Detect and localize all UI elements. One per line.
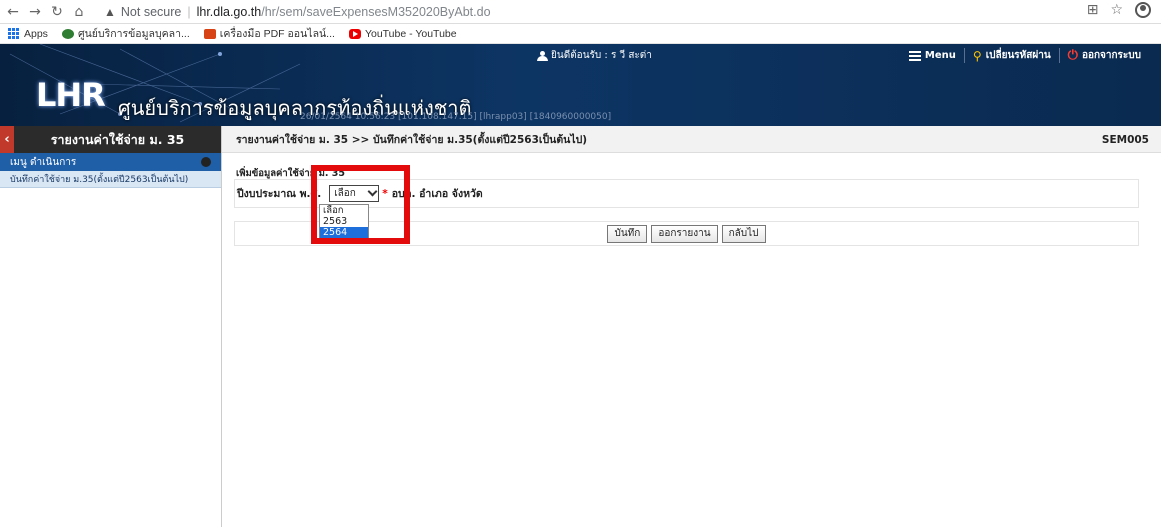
hamburger-icon [908, 50, 921, 61]
session-info: 26/01/2564 10:56:23 [101.108.147.15] [lh… [300, 112, 612, 122]
lhr-logo: LHR [36, 76, 106, 114]
url-field[interactable]: ▲ Not secure | lhr.dla.go.th /hr/sem/sav… [104, 5, 491, 19]
sidebar-group[interactable]: เมนู ดำเนินการ [0, 153, 221, 171]
change-password-label: เปลี่ยนรหัสผ่าน [985, 50, 1051, 61]
year-option-highlighted[interactable]: 2564 [320, 227, 368, 238]
sidebar-header: ‹ รายงานค่าใช้จ่าย ม. 35 [0, 126, 221, 153]
logout-button[interactable]: ⏻ ออกจากระบบ [1058, 48, 1149, 63]
home-icon[interactable]: ⌂ [68, 1, 90, 23]
site-header: LHR ศูนย์บริการข้อมูลบุคลากรท้องถิ่นแห่ง… [0, 44, 1161, 126]
back-button[interactable]: กลับไป [721, 224, 766, 243]
form-heading: เพิ่มข้อมูลค่าใช้จ่าย ม. 35 [236, 168, 346, 179]
year-select[interactable]: เลือก [329, 185, 380, 202]
bookmarks-bar: Apps ศูนย์บริการข้อมูลบุคลา... เครื่องมื… [0, 24, 1161, 44]
youtube-icon [348, 28, 361, 39]
power-icon: ⏻ [1067, 48, 1078, 63]
save-button[interactable]: บันทึก [607, 224, 648, 243]
menu-button[interactable]: Menu [901, 50, 964, 61]
expense-form: เพิ่มข้อมูลค่าใช้จ่าย ม. 35 ปีงบประมาณ พ… [234, 169, 1139, 208]
sidebar: ‹ รายงานค่าใช้จ่าย ม. 35 เมนู ดำเนินการ … [0, 126, 222, 527]
sidebar-title: รายงานค่าใช้จ่าย ม. 35 [50, 131, 185, 147]
main-content: รายงานค่าใช้จ่าย ม. 35 >> บันทึกค่าใช้จ่… [222, 126, 1161, 527]
warning-icon: ▲ [104, 4, 116, 19]
user-icon [537, 50, 548, 61]
bookmark-label: Apps [24, 27, 48, 40]
year-dropdown-list: เลือก 2563 2564 [319, 204, 369, 239]
apps-icon [8, 28, 19, 39]
year-option[interactable]: เลือก [320, 205, 368, 216]
year-select-value: เลือก [334, 188, 356, 199]
sidebar-group-label: เมนู ดำเนินการ [10, 156, 77, 168]
star-icon[interactable]: ☆ [1110, 2, 1123, 18]
sidebar-item-save-expense[interactable]: บันทึกค่าใช้จ่าย ม.35(ตั้งแต่ปี2563เป็นต… [0, 171, 221, 188]
org-text: อบต. อำเภอ จังหวัด [391, 188, 483, 200]
bookmark-label: YouTube - YouTube [364, 27, 457, 40]
pdf-icon [203, 28, 216, 39]
bookmark-apps[interactable]: Apps [8, 28, 48, 40]
change-password-button[interactable]: ⚲ เปลี่ยนรหัสผ่าน [963, 48, 1059, 63]
url-host: lhr.dla.go.th [196, 4, 262, 19]
not-secure-label: Not secure [120, 4, 182, 19]
browser-address-bar: ← → ↻ ⌂ ▲ Not secure | lhr.dla.go.th /hr… [0, 0, 1161, 24]
translate-icon[interactable]: ⊞ [1087, 2, 1099, 18]
menu-label: Menu [924, 50, 956, 61]
year-label: ปีงบประมาณ พ.ศ. [237, 188, 322, 200]
breadcrumb: รายงานค่าใช้จ่าย ม. 35 >> บันทึกค่าใช้จ่… [222, 126, 1161, 153]
report-button[interactable]: ออกรายงาน [651, 224, 718, 243]
url-path: /hr/sem/saveExpensesM352020ByAbt.do [261, 4, 491, 19]
chevron-left-icon[interactable]: ‹ [0, 126, 14, 153]
required-mark: * [382, 187, 388, 200]
breadcrumb-text: รายงานค่าใช้จ่าย ม. 35 >> บันทึกค่าใช้จ่… [236, 133, 588, 146]
welcome-text: ยินดีต้อนรับ : ร วี สะต่า [537, 48, 652, 63]
sidebar-item-label: บันทึกค่าใช้จ่าย ม.35(ตั้งแต่ปี2563เป็นต… [10, 175, 189, 185]
year-option[interactable]: 2563 [320, 216, 368, 227]
forward-arrow-icon[interactable]: → [24, 1, 46, 23]
logout-label: ออกจากระบบ [1081, 50, 1141, 61]
bookmark-label: ศูนย์บริการข้อมูลบุคลา... [77, 28, 190, 40]
url-separator: | [187, 4, 191, 19]
screen-code: SEM005 [1101, 134, 1149, 146]
browser-actions: ⊞ ☆ [1087, 2, 1151, 18]
welcome-label: ยินดีต้อนรับ : ร วี สะต่า [551, 50, 652, 61]
bookmark-label: เครื่องมือ PDF ออนไลน์... [219, 28, 335, 40]
action-buttons: บันทึก ออกรายงาน กลับไป [234, 221, 1139, 246]
top-menu: Menu ⚲ เปลี่ยนรหัสผ่าน ⏻ ออกจากระบบ [901, 48, 1149, 63]
form-row-year: ปีงบประมาณ พ.ศ. เลือก * อบต. อำเภอ จังหว… [234, 179, 1139, 208]
bookmark-lhr[interactable]: ศูนย์บริการข้อมูลบุคลา... [61, 25, 190, 42]
bookmark-pdf[interactable]: เครื่องมือ PDF ออนไลน์... [203, 25, 335, 42]
profile-icon[interactable] [1135, 2, 1151, 18]
site-icon [61, 28, 74, 39]
collapse-icon[interactable] [201, 157, 211, 167]
back-arrow-icon[interactable]: ← [2, 1, 24, 23]
bookmark-youtube[interactable]: YouTube - YouTube [348, 27, 457, 40]
key-icon: ⚲ [972, 48, 982, 63]
reload-icon[interactable]: ↻ [46, 1, 68, 23]
